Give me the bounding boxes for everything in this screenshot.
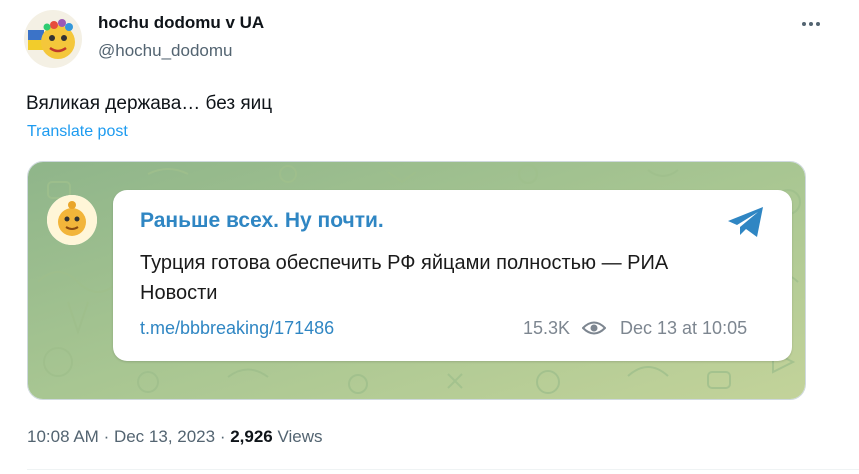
author-avatar[interactable]	[24, 10, 82, 68]
more-horizontal-icon	[802, 22, 820, 26]
post-time[interactable]: 10:08 AM	[27, 427, 99, 446]
views-label: Views	[277, 427, 323, 446]
message-timestamp: Dec 13 at 10:05	[620, 318, 748, 338]
views-count: 2,926	[230, 427, 273, 446]
channel-name: Раньше всех. Ну почти.	[140, 209, 384, 232]
channel-avatar	[47, 195, 97, 245]
message-text: Турция готова обеспечить РФ яйцами полно…	[140, 252, 669, 304]
telegram-plane-icon	[728, 207, 763, 237]
translate-post-link[interactable]: Translate post	[27, 122, 128, 142]
divider	[27, 469, 859, 470]
message-link: t.me/bbbreaking/171486	[140, 318, 335, 338]
post-date[interactable]: Dec 13, 2023	[114, 427, 215, 446]
post-meta: 10:08 AM · Dec 13, 2023 · 2,926 Views	[27, 426, 323, 448]
telegram-message-bubble: Раньше всех. Ну почти. Турция готова обе…	[113, 190, 792, 361]
separator-dot: ·	[103, 427, 114, 446]
separator-dot: ·	[219, 427, 231, 446]
post-text: Вяликая держава… без яиц	[26, 93, 273, 114]
author-handle[interactable]: @hochu_dodomu	[98, 41, 264, 61]
more-options-button[interactable]	[797, 12, 825, 36]
post-media-image[interactable]: Раньше всех. Ну почти. Турция готова обе…	[27, 161, 806, 400]
author-block: hochu dodomu v UA @hochu_dodomu	[98, 13, 264, 61]
eye-icon	[582, 321, 606, 335]
message-views: 15.3K	[523, 318, 571, 338]
author-display-name[interactable]: hochu dodomu v UA	[98, 13, 264, 33]
